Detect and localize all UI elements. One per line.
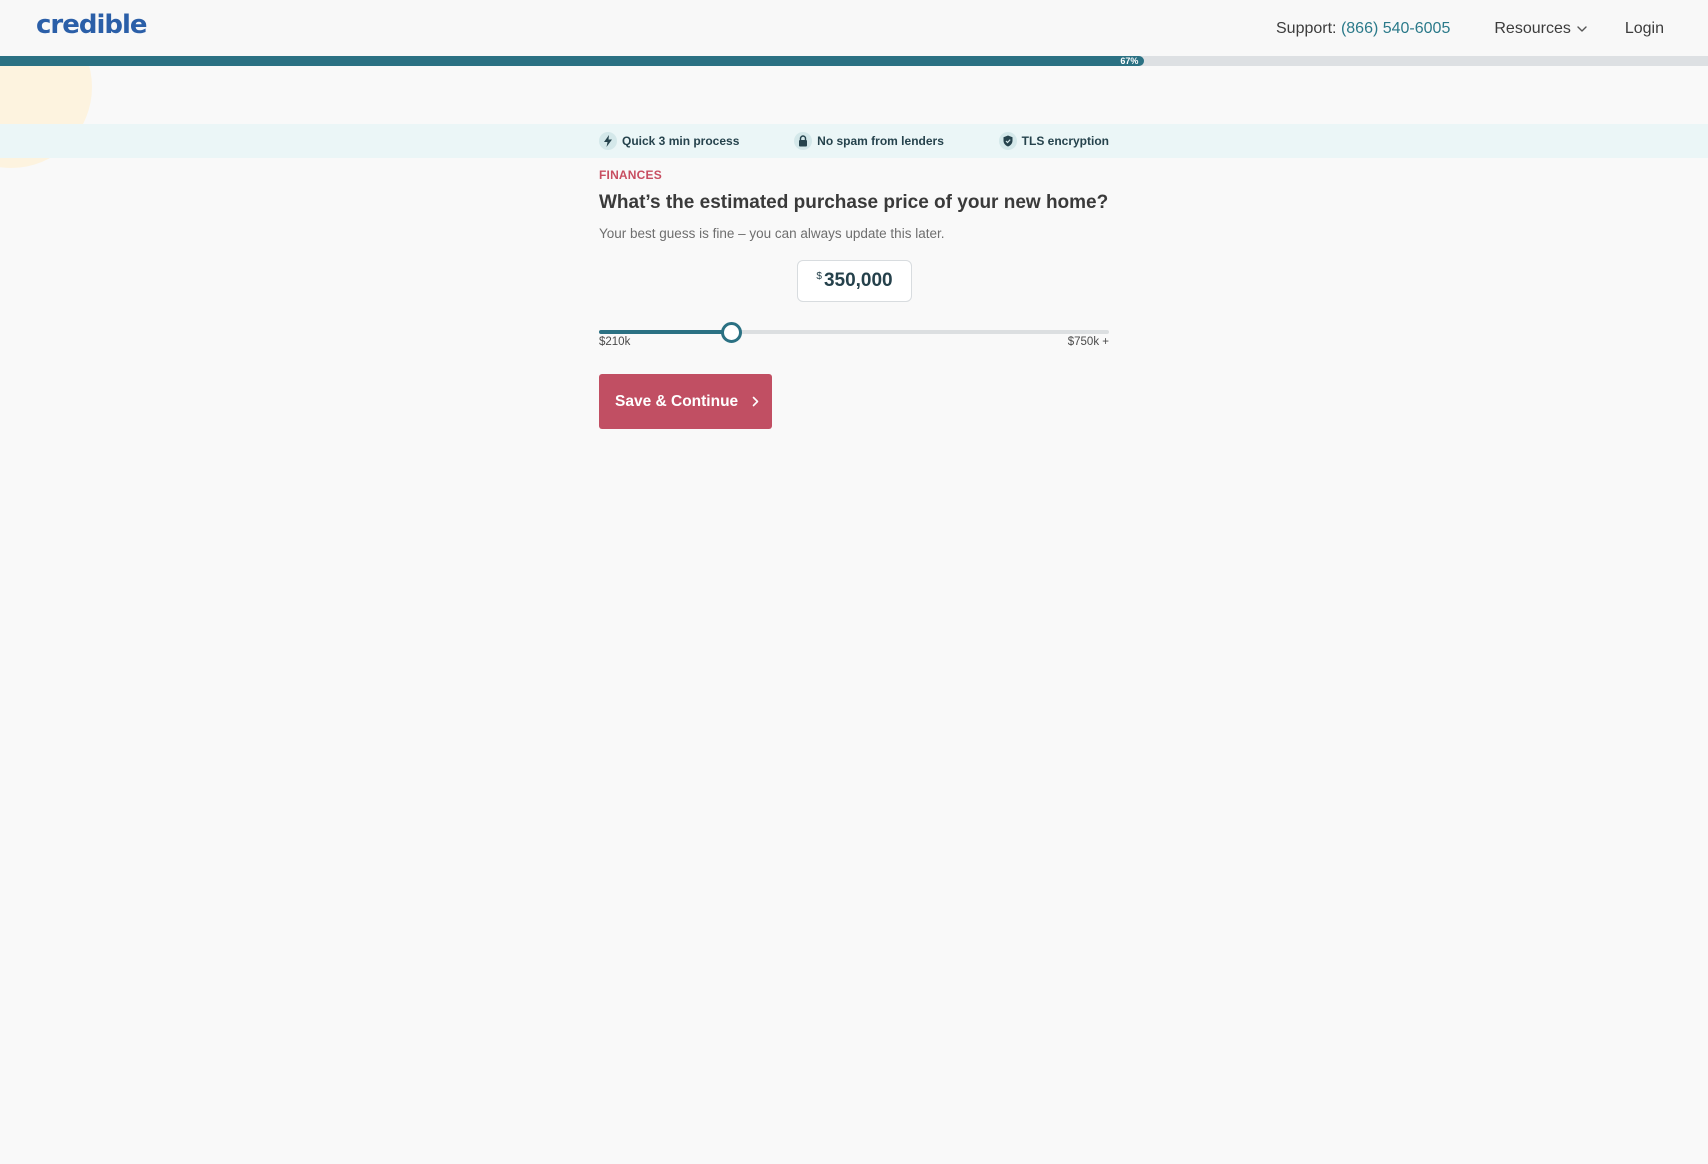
- progress-label: 67%: [1120, 56, 1139, 66]
- progress-bar: 67%: [0, 56, 1708, 66]
- price-input[interactable]: $ 350,000: [797, 260, 912, 302]
- trust-item-tls: TLS encryption: [998, 132, 1109, 150]
- support-label: Support:: [1276, 20, 1337, 37]
- section-eyebrow: FINANCES: [599, 168, 662, 182]
- lock-icon: [794, 132, 813, 150]
- top-nav: Support: (866) 540-6005 Resources Login: [1276, 20, 1664, 38]
- trust-item-no-spam: No spam from lenders: [794, 132, 944, 150]
- price-value: 350,000: [823, 270, 893, 291]
- trust-item-label: No spam from lenders: [817, 134, 944, 148]
- slider-track[interactable]: [599, 330, 1109, 334]
- trust-banner: Quick 3 min process No spam from lenders…: [0, 124, 1708, 158]
- currency-symbol: $: [816, 271, 822, 282]
- price-slider[interactable]: [599, 322, 1109, 343]
- credible-logo[interactable]: credible: [36, 10, 148, 40]
- slider-min-label: $210k: [599, 336, 631, 348]
- resources-menu[interactable]: Resources: [1494, 20, 1587, 38]
- chevron-down-icon: [1577, 26, 1587, 32]
- slider-max-label: $750k +: [1067, 336, 1109, 348]
- trust-item-label: Quick 3 min process: [622, 134, 740, 148]
- question-hint: Your best guess is fine – you can always…: [599, 226, 945, 241]
- lightning-icon: [599, 132, 617, 150]
- trust-item-quick: Quick 3 min process: [599, 132, 739, 150]
- login-link[interactable]: Login: [1625, 20, 1664, 38]
- site-header: credible Support: (866) 540-6005 Resourc…: [0, 0, 1708, 56]
- support-info: Support: (866) 540-6005: [1276, 20, 1450, 38]
- save-continue-label: Save & Continue: [615, 392, 739, 410]
- chevron-right-icon: [752, 396, 759, 407]
- support-phone-link[interactable]: (866) 540-6005: [1341, 20, 1450, 37]
- progress-fill: 67%: [0, 56, 1145, 66]
- slider-fill: [599, 330, 731, 334]
- resources-label: Resources: [1494, 20, 1571, 37]
- trust-items: Quick 3 min process No spam from lenders…: [599, 124, 1109, 158]
- question-title: What’s the estimated purchase price of y…: [599, 192, 1109, 213]
- trust-item-label: TLS encryption: [1021, 134, 1109, 148]
- slider-handle[interactable]: [721, 322, 742, 343]
- shield-icon: [998, 132, 1017, 150]
- save-continue-button[interactable]: Save & Continue: [599, 374, 772, 429]
